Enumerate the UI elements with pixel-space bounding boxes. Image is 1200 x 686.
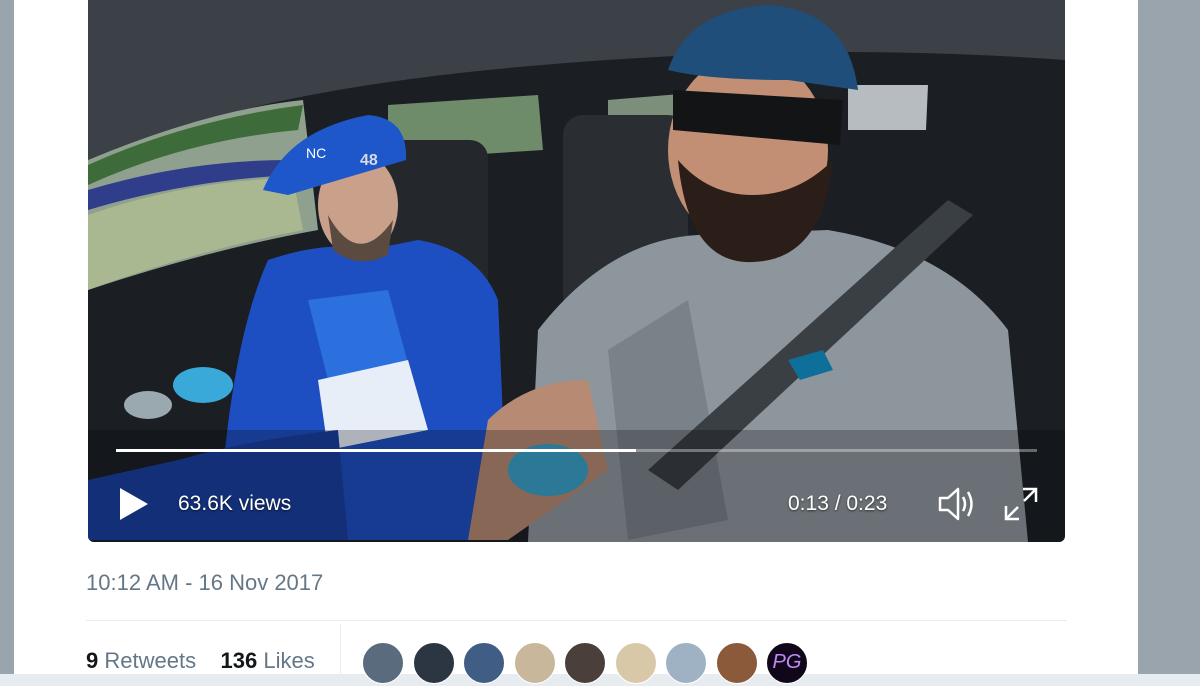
tweet-timestamp[interactable]: 10:12 AM - 16 Nov 2017: [86, 570, 323, 596]
avatar-9[interactable]: PG: [766, 642, 808, 684]
divider: [86, 620, 1067, 621]
volume-button[interactable]: [936, 484, 978, 524]
avatar-1[interactable]: [362, 642, 404, 684]
avatar-5[interactable]: [564, 642, 606, 684]
tweet-card: NC 48 63.6K views 0:13 / 0:23 10:12 AM -…: [14, 0, 1138, 684]
avatar-3[interactable]: [463, 642, 505, 684]
video-progress-bar[interactable]: [116, 449, 1037, 452]
tweet-stats: 9 Retweets 136 Likes: [86, 648, 315, 674]
play-icon: [120, 488, 148, 520]
avatar-7[interactable]: [665, 642, 707, 684]
video-player[interactable]: NC 48 63.6K views 0:13 / 0:23: [88, 0, 1065, 542]
page-margin-right: [1138, 0, 1200, 674]
avatar-8[interactable]: [715, 642, 758, 684]
fullscreen-icon: [1004, 487, 1038, 521]
cap-number: 48: [360, 152, 378, 169]
stats-separator: [340, 624, 341, 674]
video-controls: 63.6K views 0:13 / 0:23: [88, 478, 1065, 534]
avatar-6[interactable]: [614, 642, 657, 684]
avatar-4[interactable]: [513, 642, 556, 684]
play-button[interactable]: [114, 484, 154, 524]
avatar-2[interactable]: [412, 642, 455, 684]
likes-label: Likes: [263, 648, 315, 673]
page-margin-left: [0, 0, 14, 674]
volume-icon: [938, 487, 973, 521]
retweets-count: 9: [86, 648, 99, 673]
fullscreen-button[interactable]: [1001, 484, 1041, 524]
retweets-stat[interactable]: 9 Retweets: [86, 648, 196, 673]
video-frame: NC 48: [88, 0, 1065, 542]
retweets-label: Retweets: [104, 648, 197, 673]
likes-count: 136: [220, 648, 258, 673]
video-progress-fill: [116, 449, 637, 452]
view-count: 63.6K views: [178, 492, 292, 515]
avatar-monogram: PG: [772, 651, 802, 673]
video-time: 0:13 / 0:23: [788, 492, 888, 515]
likes-stat[interactable]: 136 Likes: [221, 648, 315, 673]
cap-lettering: NC: [306, 145, 326, 161]
